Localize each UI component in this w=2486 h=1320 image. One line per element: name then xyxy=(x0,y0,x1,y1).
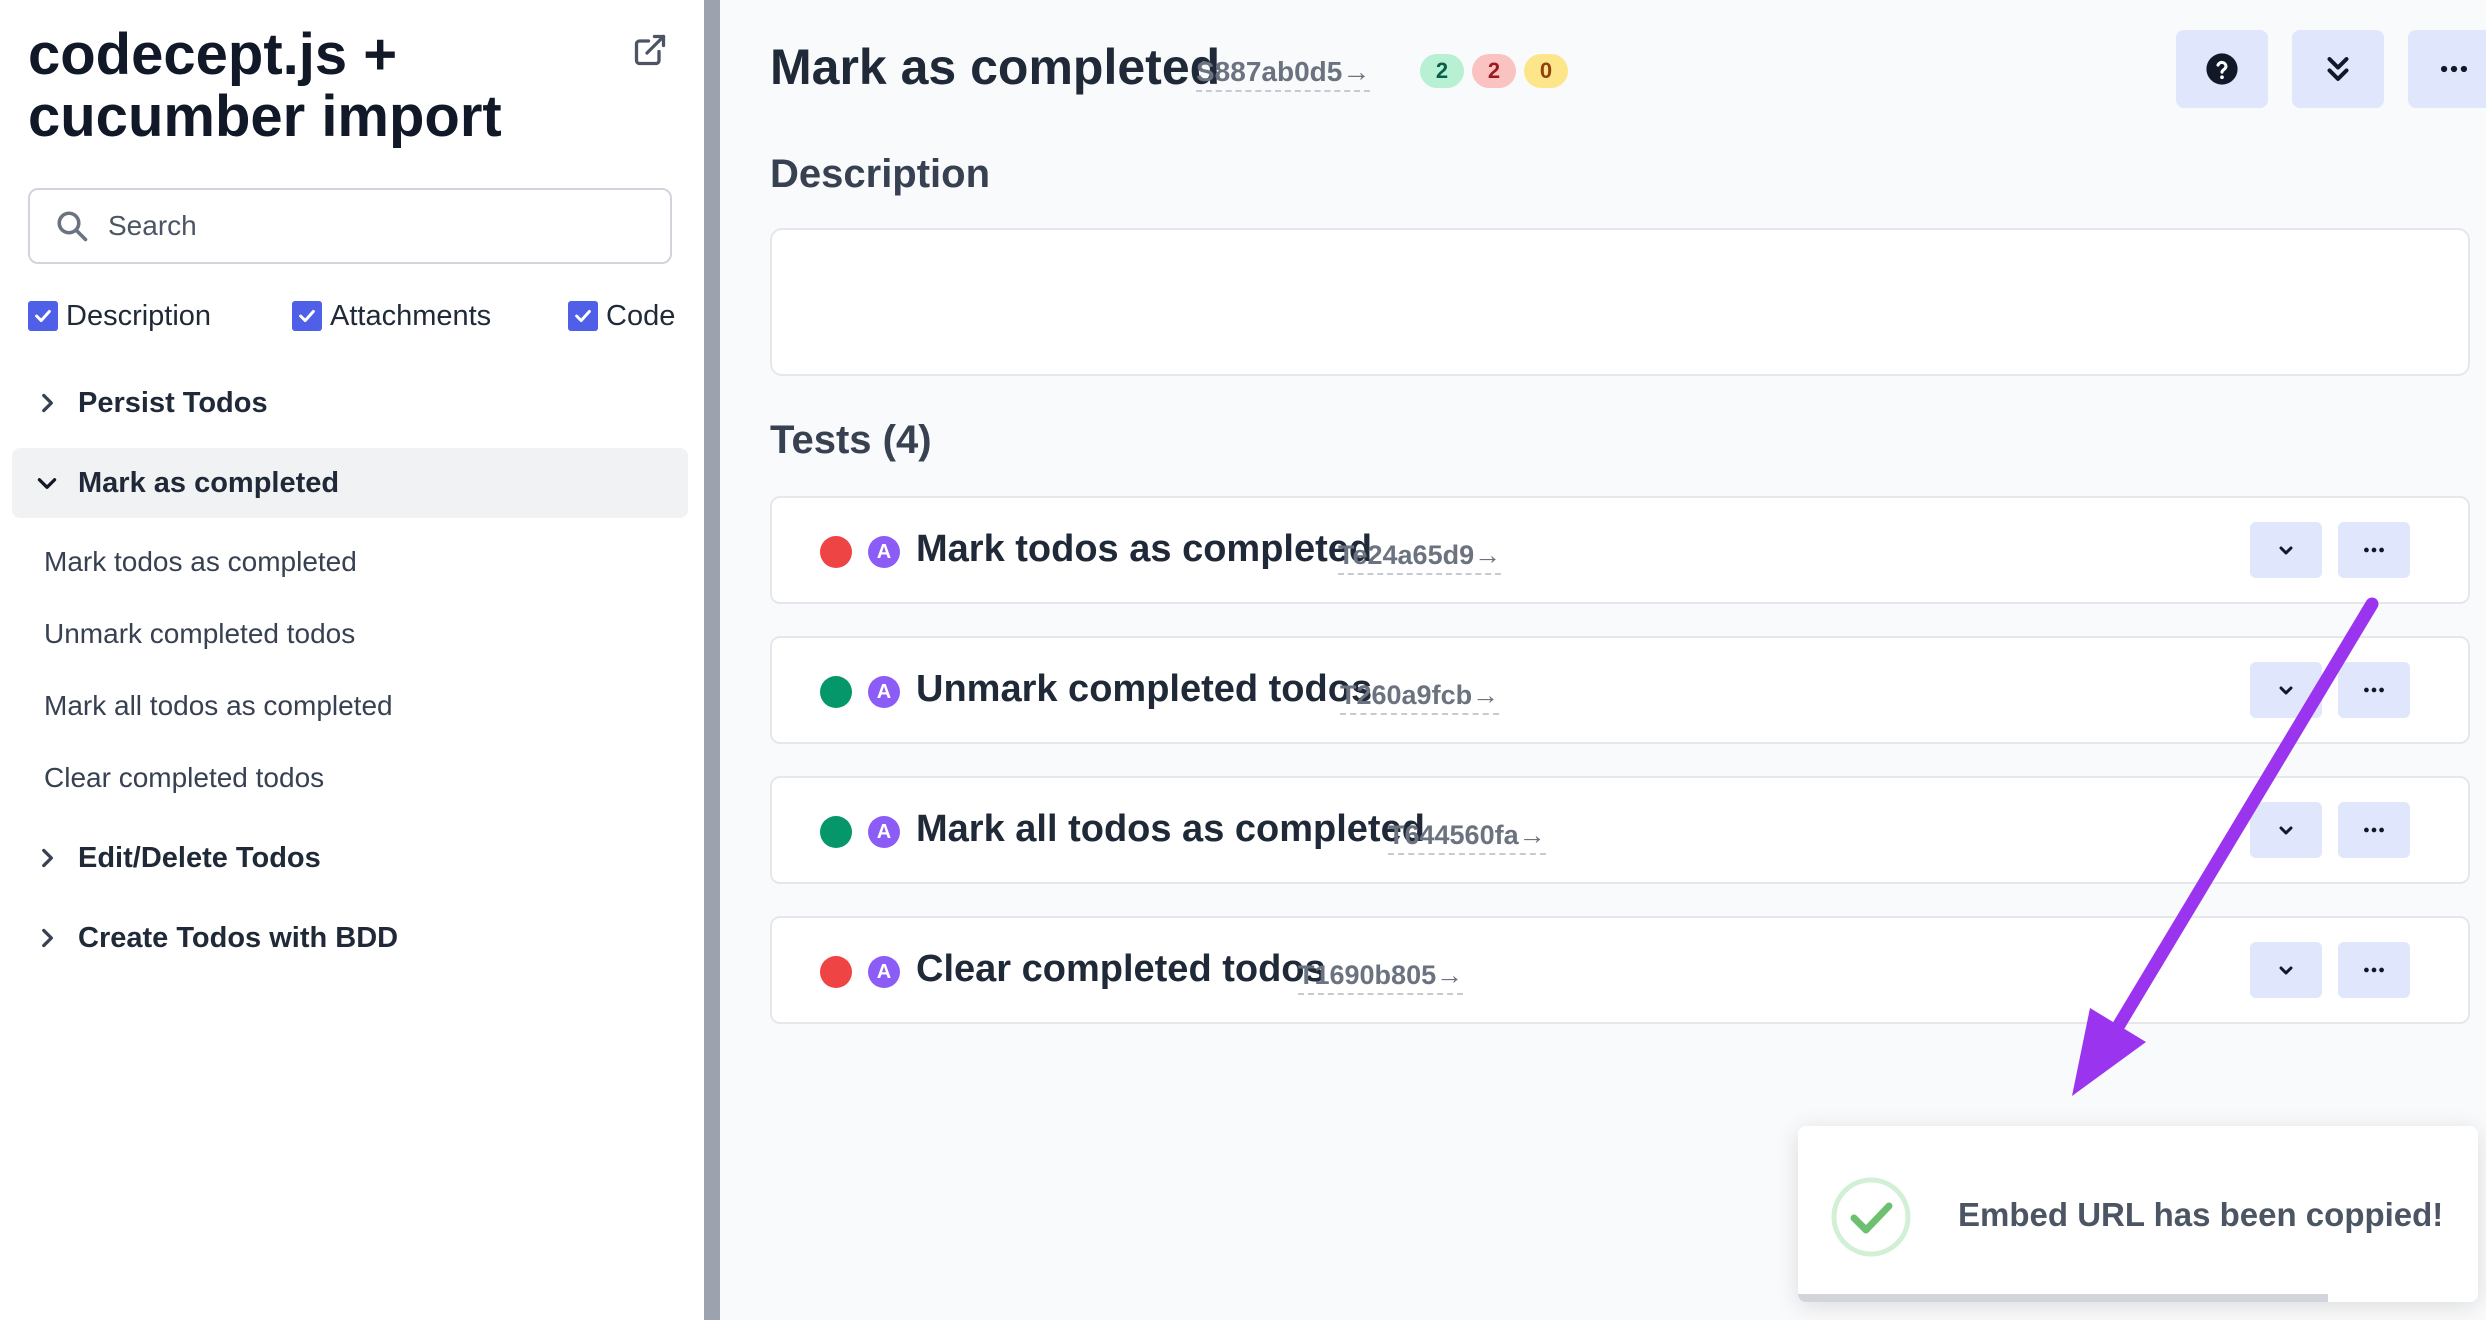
status-failed-icon xyxy=(820,956,852,988)
more-horizontal-icon xyxy=(2364,827,2384,833)
suite-label: Create Todos with BDD xyxy=(78,921,399,954)
suite-header: Mark as completed S887ab0d5→ 2 2 0 xyxy=(770,30,2486,110)
expand-test-button[interactable] xyxy=(2250,942,2322,998)
chevron-down-icon xyxy=(2279,826,2293,835)
help-icon xyxy=(2206,53,2238,85)
test-card[interactable]: A Unmark completed todos T260a9fcb→ xyxy=(770,636,2470,744)
toast-progress-bar xyxy=(1798,1294,2478,1302)
tests-heading: Tests (4) xyxy=(770,418,932,462)
help-button[interactable] xyxy=(2176,30,2268,108)
expand-test-button[interactable] xyxy=(2250,802,2322,858)
checkbox-checked-icon[interactable] xyxy=(292,301,322,331)
test-id-link[interactable]: T1690b805→ xyxy=(1298,960,1464,995)
filter-label: Attachments xyxy=(330,299,492,332)
test-title: Clear completed todos xyxy=(916,948,1326,990)
passed-count-badge: 2 xyxy=(1420,54,1464,88)
test-card[interactable]: A Clear completed todos T1690b805→ xyxy=(770,916,2470,1024)
test-card[interactable]: A Mark todos as completed Te24a65d9→ xyxy=(770,496,2470,604)
test-link-mark-all-todos-as-completed[interactable]: Mark all todos as completed xyxy=(44,681,393,731)
suite-mark-as-completed[interactable]: Mark as completed xyxy=(12,448,688,518)
test-title: Mark all todos as completed xyxy=(916,808,1425,850)
chevron-down-icon xyxy=(2279,966,2293,975)
toast-progress-fill xyxy=(1798,1294,2329,1302)
test-id-link[interactable]: Te24a65d9→ xyxy=(1338,540,1502,575)
chevron-right-icon xyxy=(42,928,53,948)
toast-message: Embed URL has been coppied! xyxy=(1958,1196,2444,1233)
suite-title: Mark as completed xyxy=(770,39,1221,95)
suite-detail-panel: Mark as completed S887ab0d5→ 2 2 0 Descr… xyxy=(720,0,2486,1320)
status-passed-icon xyxy=(820,816,852,848)
suite-label: Persist Todos xyxy=(78,386,268,419)
automated-icon: A xyxy=(868,956,900,988)
checkbox-checked-icon[interactable] xyxy=(568,301,598,331)
more-horizontal-icon xyxy=(2364,967,2384,973)
status-passed-icon xyxy=(820,676,852,708)
description-heading: Description xyxy=(770,152,991,196)
toast-notification[interactable]: Embed URL has been coppied! xyxy=(1798,1126,2478,1302)
panel-resize-handle[interactable] xyxy=(704,0,720,1320)
filter-description[interactable]: Description xyxy=(28,296,211,336)
test-more-button[interactable] xyxy=(2338,522,2410,578)
test-link-clear-completed-todos[interactable]: Clear completed todos xyxy=(44,753,324,803)
test-id-link[interactable]: T260a9fcb→ xyxy=(1340,680,1500,715)
suite-create-todos-with-bdd[interactable]: Create Todos with BDD xyxy=(12,903,688,973)
suite-id-link[interactable]: S887ab0d5→ xyxy=(1196,56,1371,92)
automated-icon: A xyxy=(868,676,900,708)
filter-label: Description xyxy=(66,299,212,332)
more-horizontal-icon xyxy=(2440,65,2468,73)
project-title: codecept.js + cucumber import xyxy=(28,24,628,148)
chevron-right-icon xyxy=(42,393,53,413)
expand-test-button[interactable] xyxy=(2250,662,2322,718)
search-icon xyxy=(54,208,90,244)
test-title: Mark todos as completed xyxy=(916,528,1373,570)
test-more-button[interactable] xyxy=(2338,942,2410,998)
chevron-down-icon xyxy=(2279,546,2293,555)
filter-code[interactable]: Code xyxy=(568,296,675,336)
description-box xyxy=(770,228,2470,376)
more-options-button[interactable] xyxy=(2408,30,2486,108)
filter-attachments[interactable]: Attachments xyxy=(292,296,491,336)
suite-label: Mark as completed xyxy=(78,466,340,499)
chevrons-down-icon xyxy=(2327,57,2349,81)
suite-edit-delete-todos[interactable]: Edit/Delete Todos xyxy=(12,823,688,893)
chevron-down-icon xyxy=(2279,686,2293,695)
expand-test-button[interactable] xyxy=(2250,522,2322,578)
test-id-link[interactable]: T644560fa→ xyxy=(1388,820,1546,855)
automated-icon: A xyxy=(868,536,900,568)
more-horizontal-icon xyxy=(2364,687,2384,693)
project-title-line-1: codecept.js + xyxy=(28,22,398,87)
sidebar: codecept.js + cucumber import Search Des… xyxy=(0,0,704,1320)
project-title-line-2: cucumber import xyxy=(28,84,502,149)
filter-label: Code xyxy=(606,299,676,332)
app-window: codecept.js + cucumber import Search Des… xyxy=(0,0,2486,1320)
checkbox-checked-icon[interactable] xyxy=(28,301,58,331)
suite-label: Edit/Delete Todos xyxy=(78,841,321,874)
test-link-unmark-completed-todos[interactable]: Unmark completed todos xyxy=(44,609,355,659)
test-card[interactable]: A Mark all todos as completed T644560fa→ xyxy=(770,776,2470,884)
status-failed-icon xyxy=(820,536,852,568)
chevron-down-icon xyxy=(37,478,57,489)
filter-checkboxes: Description Attachments Code xyxy=(28,296,675,336)
external-link-icon[interactable] xyxy=(632,32,668,68)
test-link-mark-todos-as-completed[interactable]: Mark todos as completed xyxy=(44,537,357,587)
search-input[interactable] xyxy=(108,196,670,256)
suite-persist-todos[interactable]: Persist Todos xyxy=(12,368,688,438)
chevron-right-icon xyxy=(42,848,53,868)
check-circle-icon xyxy=(1831,1177,1911,1257)
test-more-button[interactable] xyxy=(2338,662,2410,718)
test-title: Unmark completed todos xyxy=(916,668,1373,710)
skipped-count-badge: 0 xyxy=(1524,54,1568,88)
more-horizontal-icon xyxy=(2364,547,2384,553)
failed-count-badge: 2 xyxy=(1472,54,1516,88)
test-more-button[interactable] xyxy=(2338,802,2410,858)
collapse-all-button[interactable] xyxy=(2292,30,2384,108)
automated-icon: A xyxy=(868,816,900,848)
search-box xyxy=(28,188,672,264)
